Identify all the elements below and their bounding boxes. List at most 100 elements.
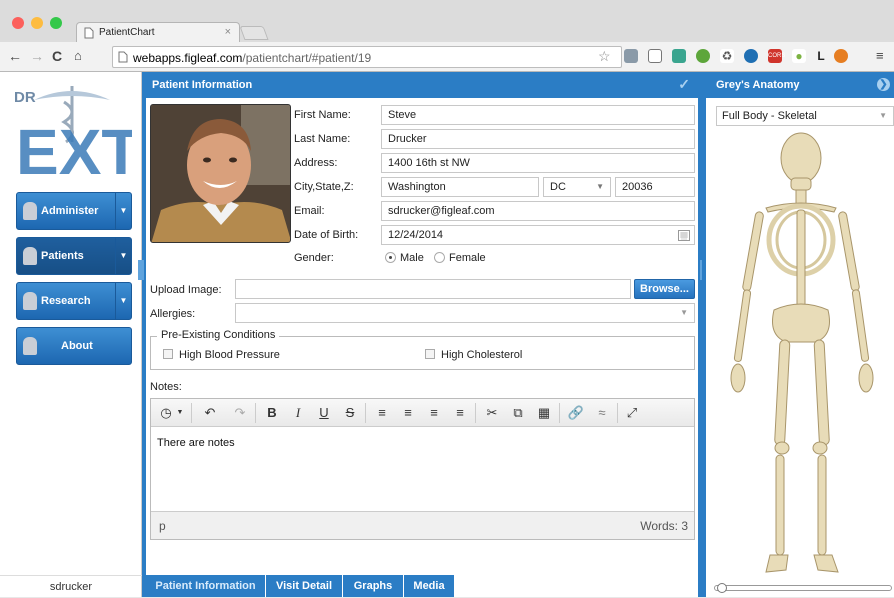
chevron-down-icon[interactable]: ▼ (115, 193, 131, 229)
checkmark-icon[interactable]: ✓ (678, 76, 690, 93)
radio-female[interactable] (434, 252, 445, 263)
new-tab-button[interactable] (239, 26, 269, 40)
minimize-window-icon[interactable] (31, 17, 43, 29)
checkbox-high-cholesterol[interactable] (425, 349, 435, 359)
address-field[interactable]: 1400 16th st NW (381, 153, 695, 173)
gender-male-label: Male (400, 252, 424, 264)
chevron-down-icon: ▼ (596, 182, 604, 191)
editor-toolbar: ◷ ▼ ↶ ↷ B I U S ≡ ≡ ≡ ≡ ✂ ⧉ ▦ 🔗 ≈ ⤢ (151, 399, 694, 427)
city-field[interactable]: Washington (381, 177, 539, 197)
allergies-field[interactable]: ▼ (235, 303, 695, 323)
nav-research[interactable]: Research ▼ (16, 282, 132, 320)
toolbar-separator (191, 403, 192, 423)
align-center-icon[interactable]: ≡ (399, 405, 417, 420)
bookmark-star-icon[interactable]: ☆ (598, 48, 611, 65)
tab-graphs[interactable]: Graphs (343, 575, 403, 597)
chevron-down-icon[interactable]: ▼ (115, 238, 131, 274)
extension-color-icon[interactable] (834, 49, 848, 63)
anatomy-view-select[interactable]: Full Body - Skeletal ▼ (716, 106, 894, 126)
close-window-icon[interactable] (12, 17, 24, 29)
extension-evernote-icon[interactable] (696, 49, 710, 63)
condition-label: High Blood Pressure (179, 349, 280, 361)
collapse-arrow-icon[interactable]: ❯ (877, 78, 890, 91)
condition-high-cholesterol[interactable]: High Cholesterol (425, 349, 522, 361)
panel-header: Patient Information ✓ (146, 72, 698, 98)
anatomy-slider[interactable] (714, 583, 892, 593)
editor-content[interactable]: There are notes (157, 437, 235, 449)
extension-globe-icon[interactable] (744, 49, 758, 63)
condition-label: High Cholesterol (441, 349, 523, 361)
slider-handle[interactable] (717, 583, 727, 593)
tab-close-icon[interactable]: × (225, 26, 231, 38)
dob-value: 12/24/2014 (388, 229, 444, 241)
extension-chart-icon[interactable] (624, 49, 638, 63)
align-justify-icon[interactable]: ≡ (451, 405, 469, 420)
nav-administer[interactable]: Administer ▼ (16, 192, 132, 230)
condition-high-blood-pressure[interactable]: High Blood Pressure (163, 349, 280, 361)
fullscreen-icon[interactable]: ⤢ (623, 405, 641, 421)
extension-cors-icon[interactable]: CORS (768, 49, 785, 63)
nav-patients[interactable]: Patients ▼ (16, 237, 132, 275)
link-icon[interactable]: 🔗 (567, 405, 585, 421)
conditions-fieldset: Pre-Existing Conditions High Blood Press… (150, 329, 695, 370)
extension-cast-icon[interactable] (648, 49, 662, 63)
strikethrough-icon[interactable]: S (341, 405, 359, 420)
zip-field[interactable]: 20036 (615, 177, 695, 197)
italic-icon[interactable]: I (289, 405, 307, 421)
menu-icon[interactable]: ≡ (876, 48, 884, 63)
email-field[interactable]: sdrucker@figleaf.com (381, 201, 695, 221)
panel-title: Patient Information (152, 79, 253, 91)
dob-field[interactable]: 12/24/2014 (381, 225, 695, 245)
first-name-field[interactable]: Steve (381, 105, 695, 125)
left-splitter-handle[interactable] (138, 260, 144, 280)
nav-about[interactable]: About (16, 327, 132, 365)
align-right-icon[interactable]: ≡ (425, 405, 443, 420)
checkbox-high-blood-pressure[interactable] (163, 349, 173, 359)
state-select[interactable]: DC ▼ (543, 177, 611, 197)
address-bar[interactable]: webapps.figleaf.com/patientchart/#patien… (112, 46, 622, 68)
tab-patient-information[interactable]: Patient Information (146, 575, 265, 597)
underline-icon[interactable]: U (315, 405, 333, 420)
gender-female-option[interactable]: Female (434, 252, 486, 264)
home-icon[interactable]: ⌂ (74, 48, 82, 63)
tab-visit-detail[interactable]: Visit Detail (266, 575, 342, 597)
nav-label: Research (41, 295, 91, 307)
cut-icon[interactable]: ✂ (483, 405, 501, 421)
extension-l-icon[interactable]: L (814, 49, 828, 63)
reload-icon[interactable]: C (52, 48, 62, 64)
patient-photo (150, 104, 291, 243)
paste-icon[interactable]: ▦ (535, 405, 553, 421)
back-icon[interactable]: ← (8, 48, 22, 64)
url-host: webapps.figleaf.com (133, 51, 243, 65)
align-left-icon[interactable]: ≡ (373, 405, 391, 420)
skeleton-image (730, 132, 874, 573)
maximize-window-icon[interactable] (50, 17, 62, 29)
extension-recycle-icon[interactable]: ♻ (720, 49, 734, 63)
bottom-tab-bar: Patient Information Visit Detail Graphs … (146, 575, 698, 597)
browser-tab[interactable]: PatientChart × (76, 22, 240, 42)
anatomy-title: Grey's Anatomy (716, 79, 800, 91)
svg-text:DR: DR (14, 89, 36, 106)
tab-media[interactable]: Media (404, 575, 454, 597)
gender-male-option[interactable]: Male (385, 252, 424, 264)
unlink-icon[interactable]: ≈ (593, 405, 611, 420)
browse-button[interactable]: Browse... (634, 279, 695, 299)
forward-icon[interactable]: → (30, 48, 44, 64)
anatomy-view-value: Full Body - Skeletal (722, 110, 817, 122)
chevron-down-icon[interactable]: ▼ (115, 283, 131, 319)
browser-toolbar: ← → C ⌂ webapps.figleaf.com/patientchart… (0, 42, 894, 72)
last-name-field[interactable]: Drucker (381, 129, 695, 149)
calendar-icon[interactable] (678, 229, 690, 241)
upload-field[interactable] (235, 279, 631, 299)
copy-icon[interactable]: ⧉ (509, 405, 527, 421)
redo-icon[interactable]: ↷ (231, 405, 249, 421)
undo-icon[interactable]: ↶ (201, 405, 219, 421)
toolbar-separator (559, 403, 560, 423)
chevron-down-icon[interactable]: ▼ (171, 409, 189, 416)
bold-icon[interactable]: B (263, 405, 281, 420)
chevron-down-icon: ▼ (879, 111, 887, 120)
radio-male[interactable] (385, 252, 396, 263)
extension-android-icon[interactable]: ● (792, 49, 806, 63)
extension-pushbullet-icon[interactable] (672, 49, 686, 63)
patient-icon (23, 247, 37, 265)
